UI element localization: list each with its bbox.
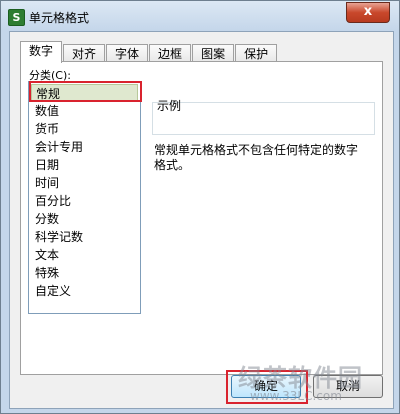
app-icon: S xyxy=(8,9,25,26)
window-title: 单元格格式 xyxy=(29,11,90,25)
category-item-date[interactable]: 日期 xyxy=(31,156,138,174)
close-button[interactable]: x xyxy=(346,2,390,23)
format-description-line2: 格式。 xyxy=(154,158,191,172)
dialog-body: 数字 对齐 字体 边框 图案 保护 分类(C): 常规 数值 货币 会计专用 日… xyxy=(9,31,394,409)
sample-legend: 示例 xyxy=(157,99,182,113)
close-icon: x xyxy=(363,4,373,19)
number-tab-panel: 分类(C): 常规 数值 货币 会计专用 日期 时间 百分比 分数 科学记数 文… xyxy=(20,61,383,375)
category-item-fraction[interactable]: 分数 xyxy=(31,210,138,228)
selection-highlight-outline xyxy=(29,81,142,102)
category-item-special[interactable]: 特殊 xyxy=(31,264,138,282)
tab-number[interactable]: 数字 xyxy=(20,41,63,63)
category-item-scientific[interactable]: 科学记数 xyxy=(31,228,138,246)
site-watermark: 绿茶软件园 xyxy=(238,364,363,392)
category-item-custom[interactable]: 自定义 xyxy=(31,282,138,300)
category-item-currency[interactable]: 货币 xyxy=(31,120,138,138)
category-item-number[interactable]: 数值 xyxy=(31,102,138,120)
category-item-percentage[interactable]: 百分比 xyxy=(31,192,138,210)
category-item-text[interactable]: 文本 xyxy=(31,246,138,264)
category-list[interactable]: 常规 数值 货币 会计专用 日期 时间 百分比 分数 科学记数 文本 特殊 自定… xyxy=(28,81,141,314)
sample-preview-box xyxy=(152,102,375,135)
category-item-accounting[interactable]: 会计专用 xyxy=(31,138,138,156)
category-item-time[interactable]: 时间 xyxy=(31,174,138,192)
dialog-window: S 单元格格式 x 数字 对齐 字体 边框 图案 保护 分类(C): 常规 数值… xyxy=(0,0,400,414)
tab-strip: 数字 对齐 字体 边框 图案 保护 xyxy=(20,41,278,63)
site-watermark-url: www.33LC.com xyxy=(250,389,342,403)
title-bar[interactable]: S 单元格格式 x xyxy=(1,1,399,31)
